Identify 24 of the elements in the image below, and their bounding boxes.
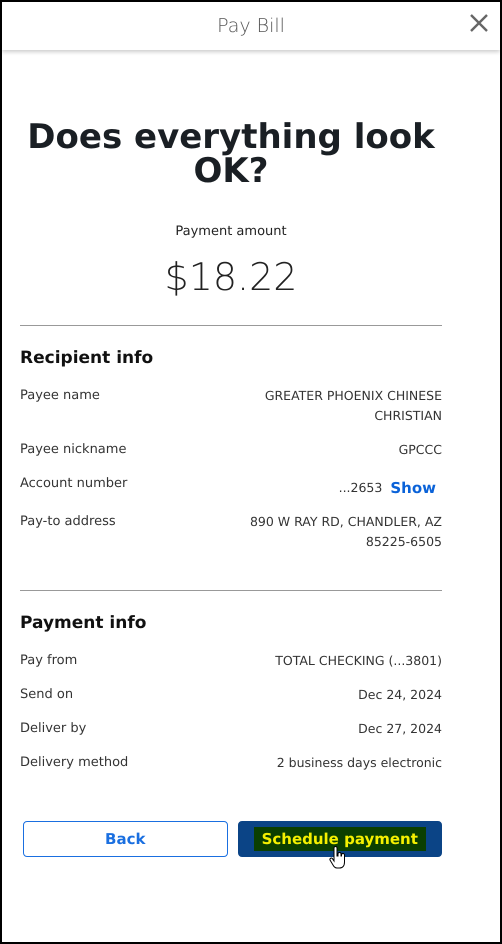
field-value: 890 W RAY RD, CHANDLER, AZ 85225-6505	[248, 513, 442, 551]
field-value: Dec 27, 2024	[358, 720, 442, 738]
field-value: Dec 24, 2024	[358, 686, 442, 704]
field-label: Deliver by	[20, 720, 86, 738]
field-label: Pay from	[20, 652, 78, 670]
section-title: Payment info	[20, 613, 148, 633]
amount-label: Payment amount	[174, 224, 288, 239]
field-value: GPCCC	[398, 441, 442, 459]
payment-amount: $18.22	[164, 255, 298, 299]
field-value: GREATER PHOENIX CHINESE CHRISTIAN	[264, 387, 442, 425]
field-value: 2 business days electronic	[276, 754, 442, 772]
section-title: Recipient info	[20, 348, 154, 368]
field-label: Account number	[20, 475, 128, 493]
show-link[interactable]: Show	[390, 479, 436, 497]
field-label: Send on	[20, 686, 74, 704]
field-label: Payee name	[20, 387, 100, 405]
page-heading: Does everything look OK?	[26, 120, 436, 188]
field-value: ...2653	[338, 479, 382, 497]
field-label: Pay-to address	[20, 513, 116, 531]
field-value: TOTAL CHECKING (...3801)	[275, 652, 442, 670]
back-button[interactable]: Back	[23, 821, 228, 857]
window-title: Pay Bill	[217, 15, 285, 37]
field-label: Payee nickname	[20, 441, 126, 459]
field-label: Delivery method	[20, 754, 128, 772]
